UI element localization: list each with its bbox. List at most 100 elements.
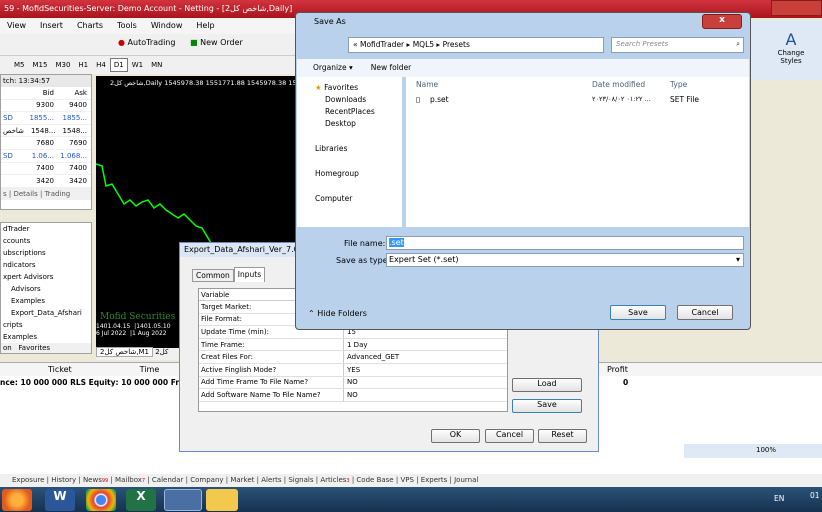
close-window-button[interactable] [771, 0, 822, 16]
navigator-item[interactable]: Advisors [1, 285, 91, 297]
autotrading-label: AutoTrading [127, 38, 176, 47]
ea-save-button[interactable]: Save [512, 399, 582, 413]
menu-tools[interactable]: Tools [110, 18, 144, 33]
menu-view[interactable]: View [0, 18, 33, 33]
tab-exposure[interactable]: Exposure [12, 476, 44, 484]
menu-insert[interactable]: Insert [33, 18, 70, 33]
organize-button[interactable]: Organize ▾ [313, 63, 353, 72]
timeframe-toolbar: M5 M15 M30 H1 H4 D1 W1 MN [0, 56, 300, 74]
market-watch-row[interactable]: 7680 7690 [1, 137, 91, 150]
market-watch-row[interactable]: SD 1.06... 1.068... [1, 150, 91, 163]
favorites[interactable]: ★ Favorites [315, 83, 402, 92]
tf-m30[interactable]: M30 [51, 58, 74, 72]
ea-input-row[interactable]: Time Frame: 1 Day [199, 338, 507, 352]
address-bar[interactable]: « MofidTrader ▸ MQL5 ▸ Presets [348, 37, 604, 53]
file-list: Name Date modified Type ▯ p.set ۲۰۲۳/۰۸/۰۲ ۰… [406, 77, 749, 227]
tab-details[interactable]: Details [13, 190, 37, 198]
clock[interactable]: 01 [810, 491, 820, 500]
navigator-item[interactable]: ubscriptions [1, 249, 91, 261]
tab-trading[interactable]: Trading [45, 190, 71, 198]
navigator-item[interactable]: Export_Data_Afshari [1, 309, 91, 321]
ok-button[interactable]: OK [431, 429, 480, 443]
tf-mn[interactable]: MN [147, 58, 166, 72]
tab-vps[interactable]: VPS [400, 476, 413, 484]
chrome-icon[interactable] [86, 489, 116, 511]
excel-icon[interactable]: X [126, 489, 156, 511]
downloads[interactable]: Downloads [315, 95, 402, 104]
tab-history[interactable]: History [51, 476, 76, 484]
search-box[interactable]: Search Presets ⌕ [611, 37, 744, 53]
navigator-item[interactable]: ndicators [1, 261, 91, 273]
file-row[interactable]: ▯ p.set ۲۰۲۳/۰۸/۰۲ ۰۱:۲۲ ... SET File [406, 95, 749, 109]
navigator-item[interactable]: Examples [1, 297, 91, 309]
reset-button[interactable]: Reset [538, 429, 587, 443]
computer[interactable]: Computer [315, 194, 402, 203]
tab-ea-common[interactable]: Common [192, 269, 234, 282]
menu-window[interactable]: Window [144, 18, 190, 33]
nav-pane: ★ Favorites Downloads RecentPlaces Deskt… [297, 77, 402, 227]
tab-codebase[interactable]: Code Base [356, 476, 393, 484]
save-as-close-button[interactable]: x [702, 14, 742, 29]
libraries[interactable]: Libraries [315, 144, 402, 153]
main-toolbar: ● AutoTrading ■ New Order [0, 34, 300, 56]
file-list-header: Name Date modified Type [416, 80, 688, 89]
cancel-button[interactable]: Cancel [677, 305, 733, 320]
market-watch-row[interactable]: SD 1855... 1855... [1, 112, 91, 125]
tab-alerts[interactable]: Alerts [261, 476, 281, 484]
tab-signals[interactable]: Signals [288, 476, 313, 484]
explorer-icon[interactable] [206, 489, 238, 511]
tf-d1[interactable]: D1 [109, 58, 128, 72]
ea-input-row[interactable]: Add Software Name To File Name? NO [199, 389, 507, 402]
tab-company[interactable]: Company [190, 476, 223, 484]
recentplaces[interactable]: RecentPlaces [315, 107, 402, 116]
change-styles-button[interactable]: A Change Styles [776, 30, 806, 65]
navigator-item[interactable]: dTrader [1, 225, 91, 237]
firefox-icon[interactable] [2, 489, 32, 511]
menu-charts[interactable]: Charts [70, 18, 110, 33]
file-name-label: File name: [344, 239, 386, 248]
tab-mailbox[interactable]: Mailbox7 [115, 476, 145, 484]
new-order-button[interactable]: ■ New Order [190, 38, 243, 47]
tf-h4[interactable]: H4 [92, 58, 110, 72]
menu-help[interactable]: Help [189, 18, 221, 33]
chart-tab-2[interactable]: کل2 [155, 348, 168, 356]
tab-experts[interactable]: Experts [421, 476, 448, 484]
navigator-item[interactable]: cripts [1, 321, 91, 333]
tab-common[interactable]: on [3, 344, 12, 352]
navigator-item[interactable]: ccounts [1, 237, 91, 249]
autotrading-button[interactable]: ● AutoTrading [118, 38, 175, 47]
tab-journal[interactable]: Journal [454, 476, 478, 484]
navigator-item[interactable]: xpert Advisors [1, 273, 91, 285]
word-icon[interactable]: W [45, 489, 75, 511]
tf-w1[interactable]: W1 [128, 58, 147, 72]
language-indicator[interactable]: EN [774, 494, 784, 503]
ea-input-row[interactable]: Active Finglish Mode? YES [199, 363, 507, 377]
tf-m15[interactable]: M15 [29, 58, 52, 72]
desktop[interactable]: Desktop [315, 119, 402, 128]
tab-favorites[interactable]: Favorites [18, 344, 50, 352]
tab-calendar[interactable]: Calendar [152, 476, 183, 484]
hide-folders-button[interactable]: ⌃ Hide Folders [308, 309, 367, 318]
tab-news[interactable]: News99 [83, 476, 108, 484]
market-watch-row[interactable]: 7400 7400 [1, 163, 91, 176]
market-watch-row[interactable]: شاخص 1548... 1548... [1, 125, 91, 138]
tab-market[interactable]: Market [230, 476, 254, 484]
homegroup[interactable]: Homegroup [315, 169, 402, 178]
market-watch-row[interactable]: 3420 3420 [1, 175, 91, 188]
tab-symbols[interactable]: s [3, 190, 7, 198]
ea-cancel-button[interactable]: Cancel [485, 429, 534, 443]
tab-ea-inputs[interactable]: Inputs [233, 267, 266, 282]
market-watch-row[interactable]: 9300 9400 [1, 100, 91, 113]
tf-m5[interactable]: M5 [10, 58, 29, 72]
ea-input-row[interactable]: Add Time Frame To File Name? NO [199, 376, 507, 390]
file-name-input[interactable]: .set [386, 236, 744, 250]
load-button[interactable]: Load [512, 378, 582, 392]
tab-articles[interactable]: Articles3 [320, 476, 349, 484]
save-type-select[interactable]: Expert Set (*.set) ▾ [386, 253, 744, 267]
tf-h1[interactable]: H1 [74, 58, 92, 72]
ea-input-row[interactable]: Creat Files For: Advanced_GET [199, 351, 507, 364]
chart-tab-1[interactable]: شاخص کل2,M1 [96, 347, 153, 357]
new-folder-button[interactable]: New folder [371, 63, 412, 72]
save-button[interactable]: Save [610, 305, 666, 320]
metatrader-icon[interactable] [164, 489, 202, 511]
